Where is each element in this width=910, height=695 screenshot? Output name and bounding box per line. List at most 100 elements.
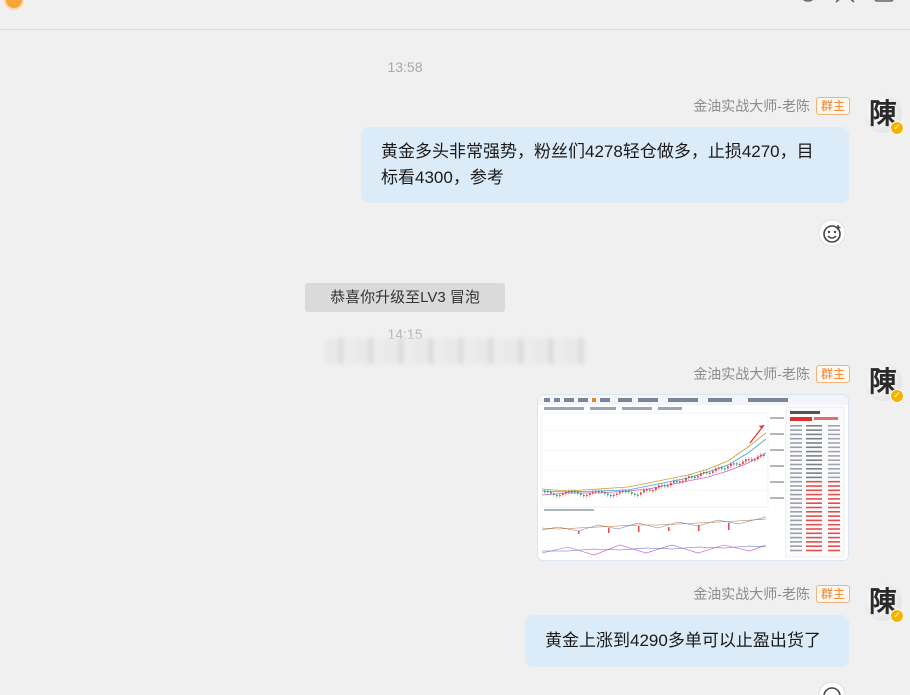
sender-name[interactable]: 金油实战大师-老陈 (693, 364, 810, 384)
quote-row-extra (828, 476, 840, 479)
candle-body (568, 490, 570, 493)
candle-body (580, 493, 582, 496)
quote-row-value (806, 425, 822, 427)
candle-body (559, 494, 561, 497)
avatar[interactable]: 陳 ✓ (864, 583, 904, 623)
message-text-line: 标看4300，参考 (381, 168, 504, 187)
quote-row-extra (828, 468, 840, 470)
candle-body (721, 467, 723, 469)
candle-body (550, 492, 552, 494)
candle-body (616, 493, 618, 495)
quote-row-label (790, 536, 802, 539)
window-icon[interactable] (873, 0, 895, 10)
candle-body (709, 472, 711, 474)
quote-row-value (806, 485, 822, 487)
candle-body (745, 459, 747, 462)
message-bubble[interactable]: 黄金多头非常强势，粉丝们4278轻仓做多，止损4270，目 标看4300，参考 (361, 127, 849, 203)
quote-row-extra (828, 446, 840, 449)
quote-row-label (790, 485, 802, 487)
quote-row-extra (828, 498, 840, 500)
candle-body (544, 491, 546, 493)
candle-body (718, 467, 720, 469)
candle-body (565, 491, 567, 494)
sender-name[interactable]: 金油实战大师-老陈 (693, 96, 810, 116)
quote-row-label (790, 476, 802, 479)
candle-body (622, 490, 624, 493)
quote-row-value (806, 519, 822, 522)
candle-body (676, 480, 678, 483)
quote-row-label (790, 498, 802, 500)
verified-badge-icon: ✓ (890, 609, 904, 623)
message-sender-row: 金油实战大师-老陈 群主 (693, 95, 850, 117)
quote-row-extra (828, 493, 840, 496)
quote-row-label (790, 528, 802, 530)
contacts-icon[interactable] (834, 0, 856, 10)
quote-row-value (806, 463, 822, 466)
quote-row-extra (828, 515, 840, 517)
candle-body (553, 493, 555, 495)
candle-body (634, 493, 636, 495)
candle-body (673, 480, 675, 483)
quote-row-extra (828, 450, 840, 453)
candle-body (652, 490, 654, 492)
candle-body (706, 471, 708, 474)
candle-body (739, 463, 741, 466)
quote-row-label (790, 437, 802, 440)
quote-row-value (806, 437, 822, 440)
candle-body (742, 461, 744, 464)
quote-row-extra (828, 425, 840, 427)
quote-row-label (790, 468, 802, 470)
candle-body (655, 487, 657, 491)
quote-row-value (806, 528, 822, 530)
role-tag: 群主 (815, 365, 850, 383)
quote-row-extra (828, 519, 840, 522)
sender-name[interactable]: 金油实战大师-老陈 (693, 584, 810, 604)
candle-body (571, 490, 573, 493)
candle-body (595, 490, 597, 493)
quote-row-label (790, 480, 802, 483)
candle-body (667, 485, 669, 487)
candle-body (733, 463, 735, 465)
message-sender-row: 金油实战大师-老陈 群主 (693, 363, 850, 385)
quote-row-label (790, 506, 802, 509)
candle-body (574, 491, 576, 493)
candle-body (610, 495, 612, 497)
avatar[interactable]: 陳 ✓ (864, 363, 904, 403)
coin-icon[interactable] (4, 0, 24, 10)
quote-row-value (806, 536, 822, 539)
quote-row-label (790, 532, 802, 535)
quote-row-label (790, 446, 802, 449)
quote-row-extra (828, 480, 840, 483)
candle-body (748, 459, 750, 461)
message-sender-row: 金油实战大师-老陈 群主 (693, 583, 850, 605)
chart-thumbnail (538, 395, 848, 560)
role-tag: 群主 (815, 97, 850, 115)
blurred-overlay (325, 338, 587, 364)
quote-row-value (806, 450, 822, 453)
chart-screenshot-image[interactable] (537, 394, 849, 561)
quote-row-label (790, 459, 802, 461)
candle-body (598, 490, 600, 493)
candle-body (757, 456, 759, 460)
quote-row-label (790, 455, 802, 457)
candle-body (688, 476, 690, 479)
candle-body (712, 471, 714, 473)
quote-row-label (790, 545, 802, 547)
quote-row-value (806, 480, 822, 483)
quote-row-extra (828, 437, 840, 440)
candle-body (664, 485, 666, 487)
candle-body (736, 463, 738, 465)
candle-body (619, 491, 621, 494)
candle-body (646, 489, 648, 491)
emoji-reaction-icon[interactable] (818, 681, 846, 695)
quote-row-label (790, 463, 802, 466)
quote-row-value (806, 498, 822, 500)
avatar[interactable]: 陳 ✓ (864, 95, 904, 135)
candle-body (703, 471, 705, 474)
candle-body (589, 493, 591, 495)
gear-icon[interactable] (797, 0, 819, 10)
quote-row-extra (828, 485, 840, 487)
message-bubble[interactable]: 黄金上涨到4290多单可以止盈出货了 (525, 615, 849, 667)
candle-body (691, 476, 693, 478)
emoji-reaction-icon[interactable] (818, 219, 846, 247)
